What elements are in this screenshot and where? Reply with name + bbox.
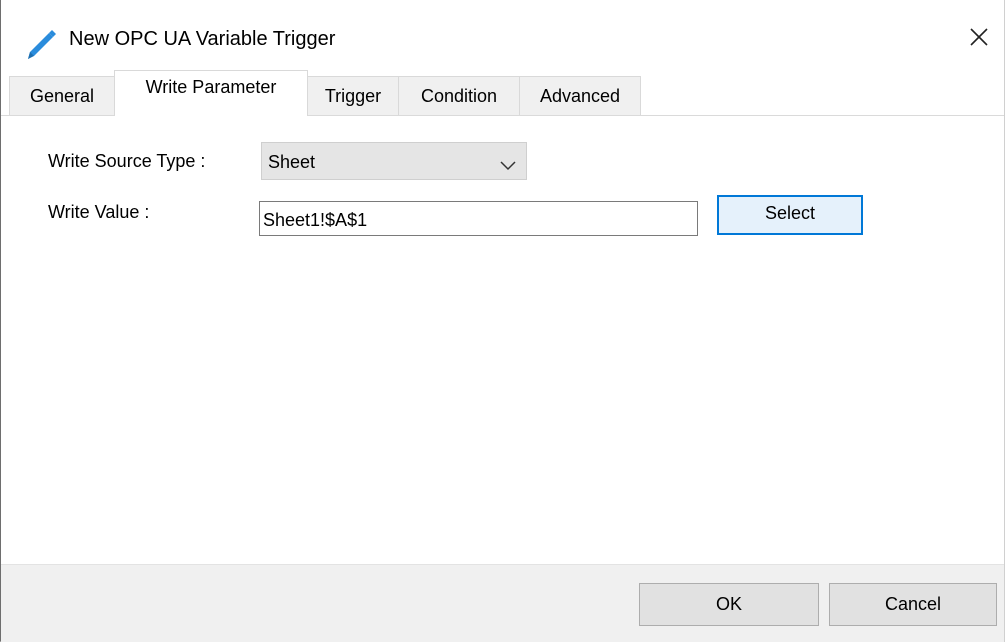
write-source-type-dropdown[interactable]: Sheet <box>261 142 527 180</box>
tab-strip: General Write Parameter Trigger Conditio… <box>1 70 1004 116</box>
ok-button[interactable]: OK <box>639 583 819 626</box>
select-button[interactable]: Select <box>717 195 863 235</box>
tab-trigger[interactable]: Trigger <box>307 76 399 115</box>
title-bar: New OPC UA Variable Trigger <box>1 0 1004 76</box>
pencil-icon <box>25 26 59 60</box>
write-source-type-label: Write Source Type : <box>48 151 206 171</box>
close-icon <box>969 27 989 52</box>
write-source-type-value: Sheet <box>268 152 316 172</box>
dialog-footer: OK Cancel <box>1 564 1004 642</box>
cancel-button[interactable]: Cancel <box>829 583 997 626</box>
write-parameter-panel: Write Source Type : Sheet Write Value : … <box>1 116 1004 564</box>
tab-write-parameter[interactable]: Write Parameter <box>114 70 308 116</box>
tab-general[interactable]: General <box>9 76 115 115</box>
dialog-window: New OPC UA Variable Trigger General Writ… <box>0 0 1005 642</box>
chevron-down-icon <box>500 155 516 171</box>
write-value-input[interactable]: Sheet1!$A$1 <box>259 201 698 236</box>
tab-advanced[interactable]: Advanced <box>519 76 641 115</box>
window-title: New OPC UA Variable Trigger <box>69 28 336 50</box>
tab-condition[interactable]: Condition <box>398 76 520 115</box>
write-value-text: Sheet1!$A$1 <box>263 210 368 230</box>
close-button[interactable] <box>954 16 1004 62</box>
write-value-label: Write Value : <box>48 202 150 222</box>
